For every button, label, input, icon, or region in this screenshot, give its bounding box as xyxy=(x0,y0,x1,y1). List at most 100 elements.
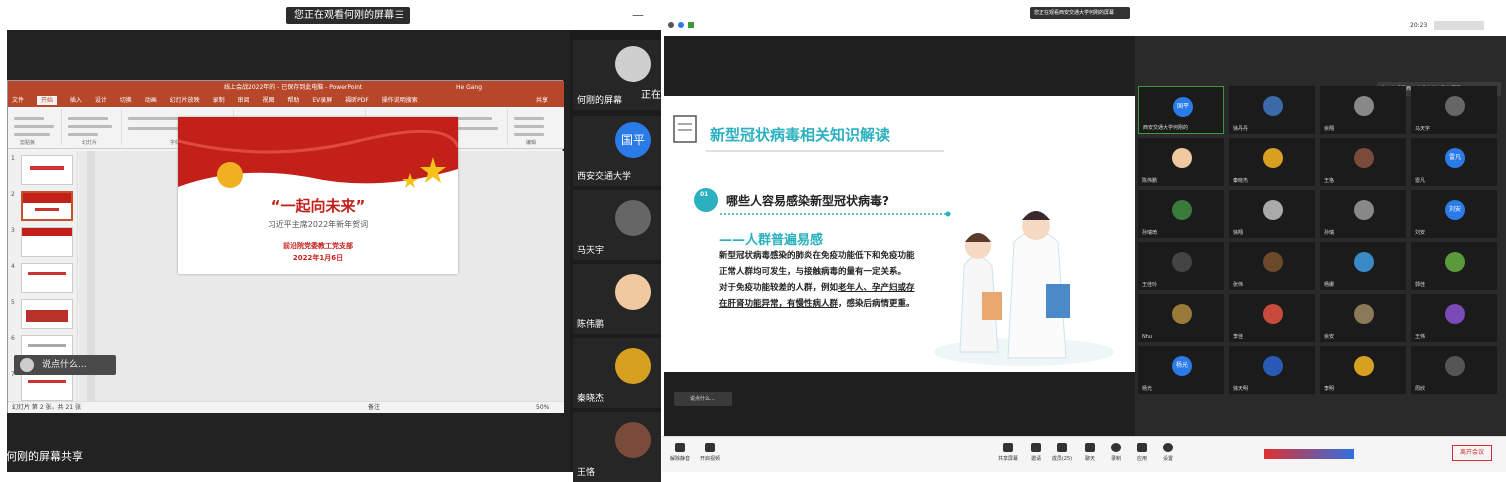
ime-toolbar[interactable] xyxy=(1264,449,1354,459)
status-dot-icon xyxy=(678,22,684,28)
group-editing[interactable]: 编辑 xyxy=(510,109,560,146)
tab-transitions[interactable]: 切换 xyxy=(120,97,132,104)
participant-tile[interactable]: 杨光 杨光 xyxy=(1138,346,1224,394)
group-label-slides: 幻灯片 xyxy=(82,140,98,146)
participant-tile[interactable]: 徐丹丹 xyxy=(1229,86,1315,134)
participant-tile[interactable]: 杨娜 xyxy=(1320,242,1406,290)
avatar xyxy=(615,46,651,82)
slide-thumbnail-1[interactable] xyxy=(21,155,73,185)
avatar xyxy=(615,274,651,310)
participant-tile[interactable]: 国平 西安交通大学何刚的 xyxy=(1138,86,1224,134)
notes-button[interactable]: 备注 xyxy=(368,402,380,414)
tab-record[interactable]: 录制 xyxy=(213,97,225,104)
members-button[interactable]: 成员(25) xyxy=(1048,443,1076,462)
chat-button[interactable]: 聊天 xyxy=(1076,443,1104,462)
minimize-button[interactable]: — xyxy=(632,8,644,22)
apps-button[interactable]: 应用 xyxy=(1128,443,1156,462)
tab-review[interactable]: 审阅 xyxy=(238,97,250,104)
slide-subtitle: 习近平主席2022年新年贺词 xyxy=(267,220,369,229)
slide-date: 2022年1月6日 xyxy=(292,254,344,262)
participant-name: 徐丹丹 xyxy=(1233,126,1249,132)
participant-tile[interactable]: 雷凡 雷凡 xyxy=(1411,138,1497,186)
slide-thumbnail-3[interactable] xyxy=(21,227,73,257)
participant-tile[interactable]: 徐天明 xyxy=(1229,346,1315,394)
participant-name: 杨光 xyxy=(1142,386,1153,392)
participant-tile[interactable]: 王伟 xyxy=(1411,294,1497,342)
avatar: 杨光 xyxy=(1172,356,1192,376)
participant-name: 孙瑞琦 xyxy=(1142,230,1158,236)
participant-tile[interactable]: 张伟 xyxy=(1229,242,1315,290)
tab-design[interactable]: 设计 xyxy=(95,97,107,104)
members-icon xyxy=(1057,443,1067,452)
video-button[interactable]: 开启视频 xyxy=(696,443,724,462)
participant-name: 王恪 xyxy=(1324,178,1335,184)
video-tile[interactable]: 马天宇 xyxy=(573,190,661,260)
participant-tile[interactable]: 马天宇 xyxy=(1411,86,1497,134)
settings-button[interactable]: 设置 xyxy=(1154,443,1182,462)
ppt-title: 线上会战2022年的 - 已保存到此电脑 - PowerPoint xyxy=(224,84,363,91)
participant-tile[interactable]: 徐翔 xyxy=(1229,190,1315,238)
video-tile[interactable]: 正在 何刚的屏幕 xyxy=(573,40,661,110)
video-tile[interactable]: 陈伟鹏 xyxy=(573,264,661,334)
tab-file[interactable]: 文件 xyxy=(12,97,24,104)
participant-tile[interactable]: Nhu xyxy=(1138,294,1224,342)
participant-tile[interactable]: 郭佳 xyxy=(1411,242,1497,290)
slide-thumbnail-2[interactable] xyxy=(21,191,73,221)
leave-meeting-button[interactable]: 离开会议 xyxy=(1452,445,1492,461)
tab-view[interactable]: 视图 xyxy=(262,97,274,104)
participant-tile[interactable]: 陈伟鹏 xyxy=(1138,138,1224,186)
participant-name: Nhu xyxy=(1142,334,1153,340)
zoom-level[interactable]: 50% xyxy=(536,402,549,414)
participant-tile[interactable]: 孙瑞 xyxy=(1320,190,1406,238)
chat-search-box[interactable]: 说点什么... xyxy=(674,392,732,406)
tab-pdf[interactable]: 福昕PDF xyxy=(345,97,369,104)
tab-insert[interactable]: 插入 xyxy=(70,97,82,104)
participant-tile[interactable]: 刘安 刘安 xyxy=(1411,190,1497,238)
participant-tile[interactable]: 余翔 xyxy=(1320,86,1406,134)
body-line: 正常人群均可发生，与接触病毒的量有一定关系。 xyxy=(719,267,907,277)
tab-animations[interactable]: 动画 xyxy=(145,97,157,104)
avatar: 国平 xyxy=(1173,97,1193,117)
participant-tile[interactable]: 秦晓杰 xyxy=(1229,138,1315,186)
participant-tile[interactable]: 王恪 xyxy=(1320,138,1406,186)
body-line: 新型冠状病毒感染的肺炎在免疫功能低下和免疫功能 xyxy=(719,251,915,261)
share-screen-button[interactable]: 共享屏幕 xyxy=(994,443,1022,462)
share-button[interactable]: 共享 xyxy=(536,95,548,107)
mute-button[interactable]: 解除静音 xyxy=(666,443,694,462)
view-options-icon[interactable]: ☰ xyxy=(395,7,404,24)
thumb-number: 2 xyxy=(11,191,15,198)
current-slide: “一起向未来” 习近平主席2022年新年贺词 前沿院党委教工党支部 2022年1… xyxy=(178,117,458,274)
video-tile[interactable]: 国平 西安交通大学 xyxy=(573,116,661,186)
participant-tile[interactable]: 周欣 xyxy=(1411,346,1497,394)
chat-search-box[interactable]: 说点什么... xyxy=(14,355,116,375)
invite-button[interactable]: 邀请 xyxy=(1022,443,1050,462)
participant-tile[interactable]: 孙瑞琦 xyxy=(1138,190,1224,238)
avatar xyxy=(1172,252,1192,272)
tab-slideshow[interactable]: 幻灯片放映 xyxy=(170,97,200,104)
participant-tile[interactable]: 李明 xyxy=(1320,346,1406,394)
share-view-pill[interactable]: 您正在观看西安交通大学何刚的屏幕 xyxy=(1030,7,1130,19)
slide-thumbnail-7[interactable] xyxy=(21,371,73,401)
invite-icon xyxy=(1031,443,1041,452)
record-button[interactable]: 录制 xyxy=(1102,443,1130,462)
ppt-user[interactable]: He Gang xyxy=(456,81,482,95)
share-view-pill[interactable]: 您正在观看何刚的屏幕 ☰ xyxy=(286,7,410,24)
tab-home[interactable]: 开始 xyxy=(36,96,57,105)
slide-thumbnail-4[interactable] xyxy=(21,263,73,293)
avatar xyxy=(1354,96,1374,116)
participant-tile[interactable]: 李佳 xyxy=(1229,294,1315,342)
group-slides[interactable]: 幻灯片 xyxy=(64,109,122,146)
gallery-view-button[interactable] xyxy=(1434,21,1484,30)
tile-name: 秦晓杰 xyxy=(577,394,605,404)
slide-thumbnail-5[interactable] xyxy=(21,299,73,329)
body-line: 对于免疫功能较差的人群，例如 xyxy=(719,283,839,293)
video-tile[interactable]: 秦晓杰 xyxy=(573,338,661,408)
participant-tile[interactable]: 余安 xyxy=(1320,294,1406,342)
participant-tile[interactable]: 王佳玲 xyxy=(1138,242,1224,290)
group-clipboard[interactable]: 剪贴板 xyxy=(10,109,62,146)
tab-help[interactable]: 帮助 xyxy=(287,97,299,104)
group-label-clipboard: 剪贴板 xyxy=(20,140,36,146)
tell-me-search[interactable]: 操作说明搜索 xyxy=(382,97,418,104)
participant-name: 徐天明 xyxy=(1233,386,1249,392)
tab-ev[interactable]: EV录屏 xyxy=(312,97,332,104)
